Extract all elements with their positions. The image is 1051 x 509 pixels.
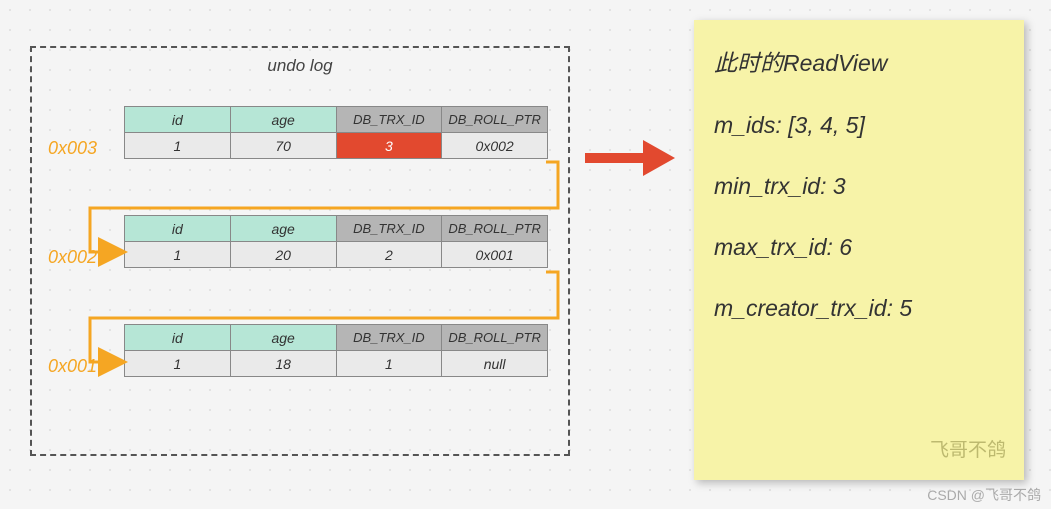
addr-label-1: 0x002 xyxy=(48,247,97,268)
cell-age-2: 18 xyxy=(230,351,336,377)
undo-record-1: 0x002 id age DB_TRX_ID DB_ROLL_PTR 1 20 … xyxy=(124,215,548,268)
col-id: id xyxy=(125,107,231,133)
addr-label-0: 0x003 xyxy=(48,138,97,159)
readview-creator: m_creator_trx_id: 5 xyxy=(714,295,1004,322)
undo-log-panel: undo log 0x003 id age DB_TRX_ID DB_ROLL_… xyxy=(30,46,570,456)
cell-ptr-2: null xyxy=(442,351,548,377)
undo-record-table-2: id age DB_TRX_ID DB_ROLL_PTR 1 18 1 null xyxy=(124,324,548,377)
readview-title: 此时的ReadView xyxy=(714,44,1004,78)
undo-record-table-1: id age DB_TRX_ID DB_ROLL_PTR 1 20 2 0x00… xyxy=(124,215,548,268)
col-ptr: DB_ROLL_PTR xyxy=(442,107,548,133)
cell-id-1: 1 xyxy=(125,242,231,268)
cell-id-2: 1 xyxy=(125,351,231,377)
cell-trx-0: 3 xyxy=(336,133,442,159)
undo-record-table-0: id age DB_TRX_ID DB_ROLL_PTR 1 70 3 0x00… xyxy=(124,106,548,159)
readview-max: max_trx_id: 6 xyxy=(714,234,1004,261)
cell-ptr-1: 0x001 xyxy=(442,242,548,268)
readview-mids: m_ids: [3, 4, 5] xyxy=(714,112,1004,139)
undo-log-title: undo log xyxy=(32,56,568,76)
readview-min: min_trx_id: 3 xyxy=(714,173,1004,200)
col-trx: DB_TRX_ID xyxy=(336,107,442,133)
readview-note: 此时的ReadView m_ids: [3, 4, 5] min_trx_id:… xyxy=(694,20,1024,480)
cell-id-0: 1 xyxy=(125,133,231,159)
undo-record-2: 0x001 id age DB_TRX_ID DB_ROLL_PTR 1 18 … xyxy=(124,324,548,377)
col-age: age xyxy=(230,107,336,133)
cell-age-0: 70 xyxy=(230,133,336,159)
addr-label-2: 0x001 xyxy=(48,356,97,377)
csdn-watermark: CSDN @飞哥不鸽 xyxy=(927,485,1041,505)
cell-age-1: 20 xyxy=(230,242,336,268)
note-signature: 飞哥不鸽 xyxy=(930,435,1006,462)
cell-ptr-0: 0x002 xyxy=(442,133,548,159)
undo-record-0: 0x003 id age DB_TRX_ID DB_ROLL_PTR 1 70 … xyxy=(124,106,548,159)
big-red-arrow-icon xyxy=(585,140,675,176)
cell-trx-1: 2 xyxy=(336,242,442,268)
cell-trx-2: 1 xyxy=(336,351,442,377)
